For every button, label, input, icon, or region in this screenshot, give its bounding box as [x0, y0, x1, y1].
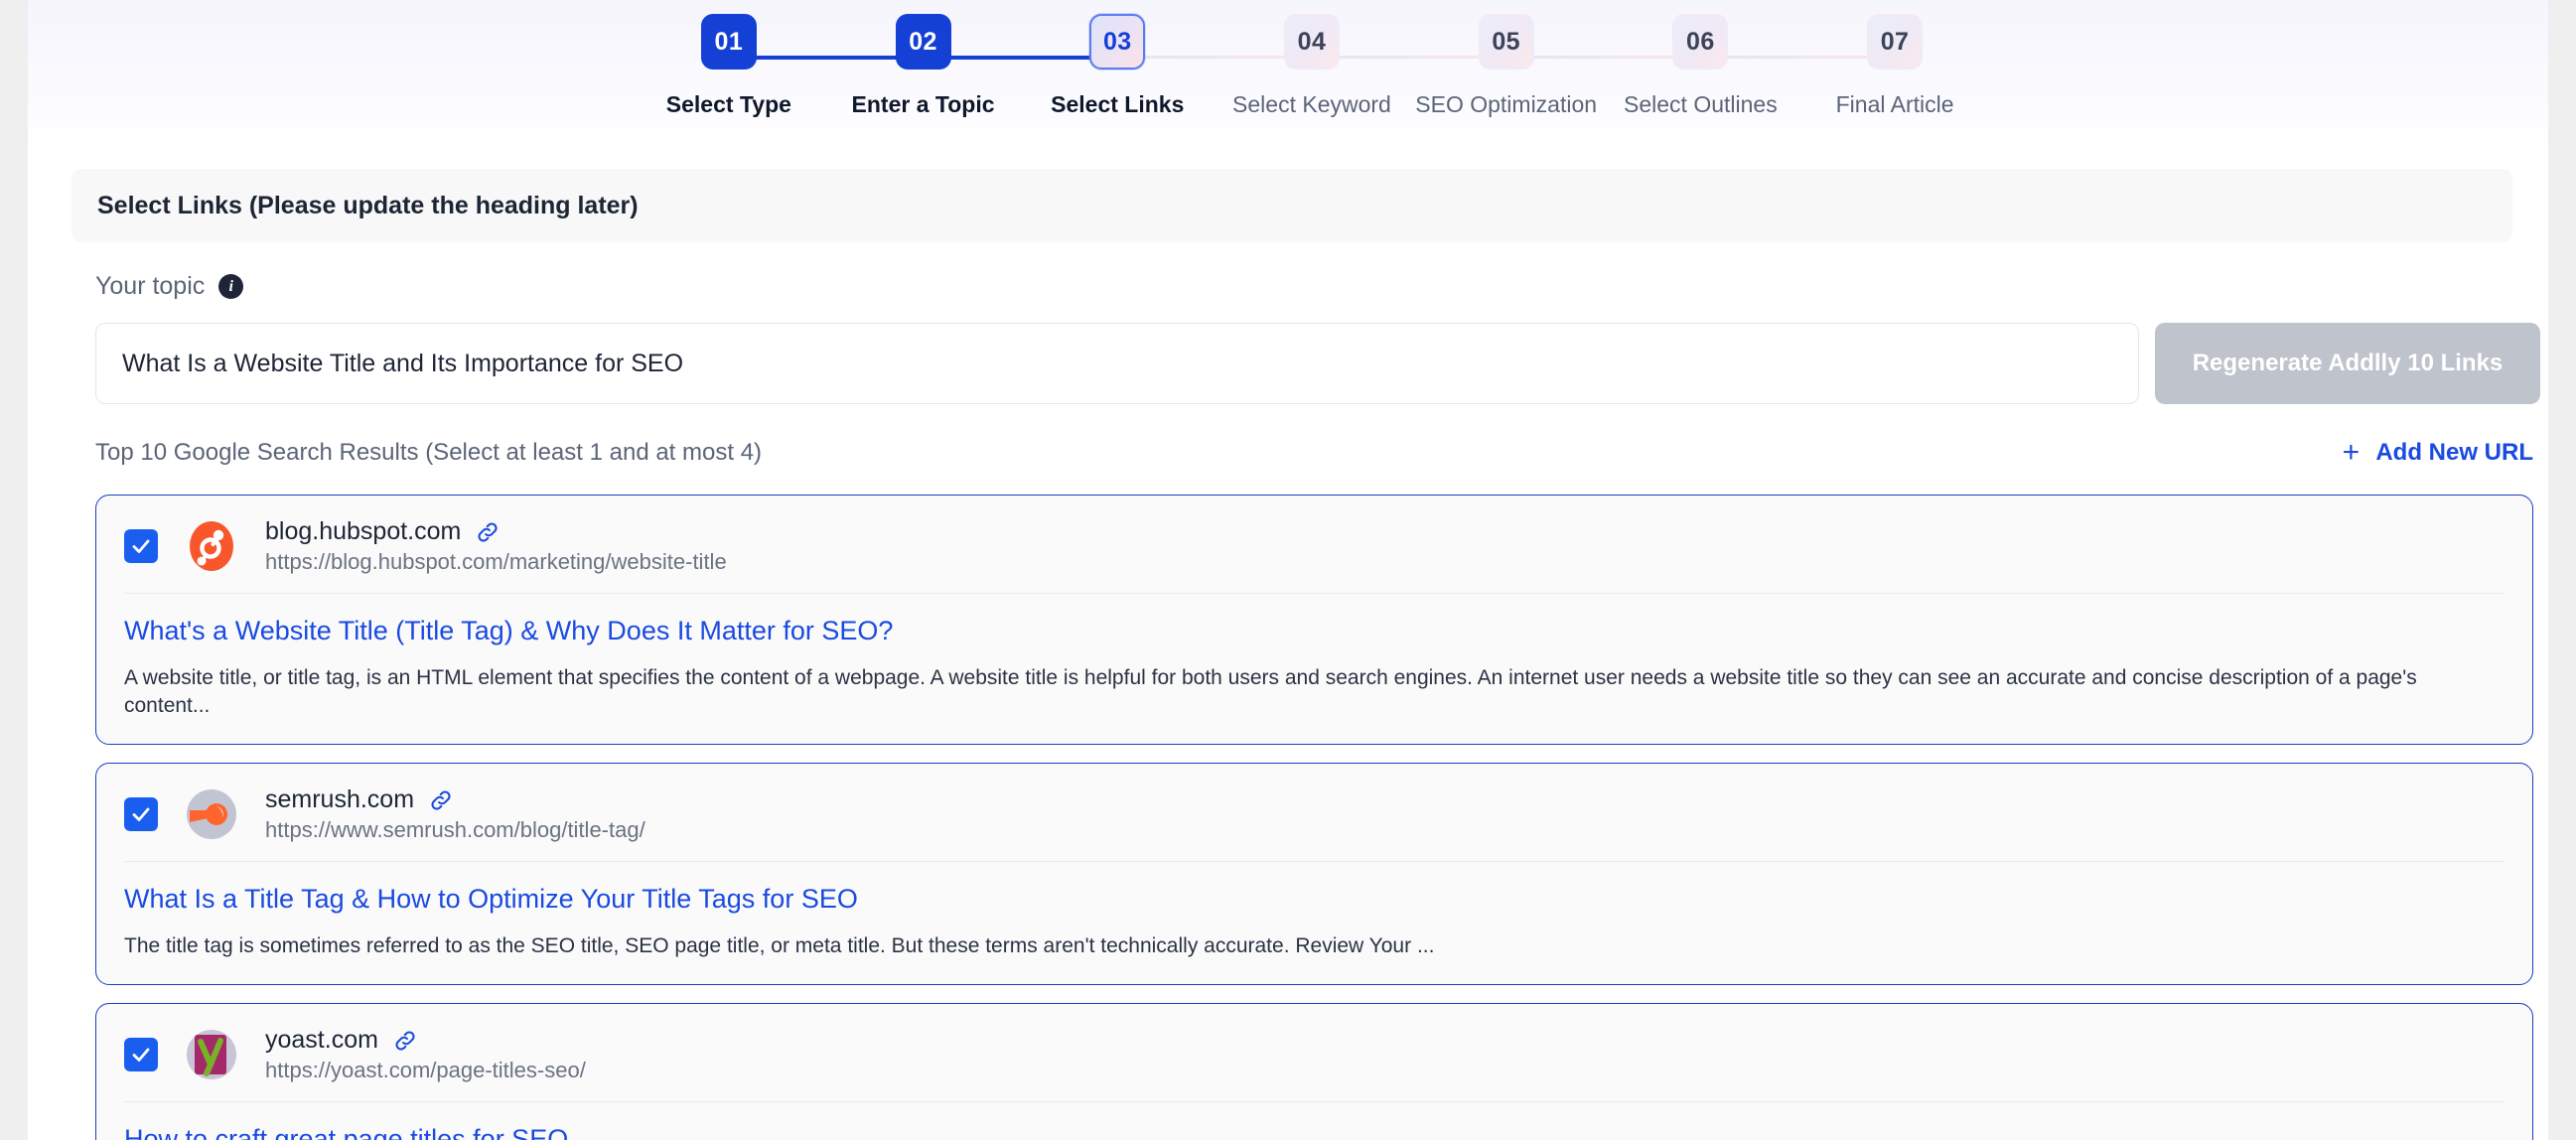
chain-link-icon[interactable] — [428, 787, 454, 813]
add-new-url-button[interactable]: + Add New URL — [2340, 436, 2533, 469]
step-label-02: Enter a Topic — [851, 91, 995, 117]
regenerate-links-button[interactable]: Regenerate Addlly 10 Links — [2155, 323, 2540, 404]
step-label-05: SEO Optimization — [1415, 91, 1598, 117]
stepper-region: 01 Select Type 02 Enter a Topic 03 Select Lin… — [28, 0, 2548, 151]
page-title: Select Links (Please update the heading … — [97, 191, 639, 219]
add-new-url-label: Add New URL — [2375, 439, 2533, 466]
progress-stepper: 01 Select Type 02 Enter a Topic 03 Select Lin… — [632, 14, 1992, 133]
results-header-title: Top 10 Google Search Results (Select at … — [95, 439, 763, 466]
topic-input[interactable] — [95, 323, 2139, 404]
site-name: yoast.com — [265, 1026, 378, 1054]
step-label-07: Final Article — [1835, 91, 1954, 117]
app-root: 01 Select Type 02 Enter a Topic 03 Select Lin… — [0, 0, 2576, 1140]
site-url: https://blog.hubspot.com/marketing/websi… — [265, 549, 727, 574]
result-description: The title tag is sometimes referred to a… — [124, 934, 1435, 957]
site-name-row: semrush.com — [265, 785, 645, 814]
step-04[interactable]: 04 Select Keyword — [1215, 14, 1409, 118]
step-01[interactable]: 01 Select Type — [632, 14, 826, 118]
section-heading-bar: Select Links (Please update the heading … — [72, 169, 2512, 242]
step-06[interactable]: 06 Select Outlines — [1604, 14, 1798, 118]
step-badge-04: 04 — [1283, 14, 1340, 70]
checkmark-icon — [132, 807, 150, 821]
site-meta: yoast.com https://yoast.com/page-titles-s… — [265, 1026, 586, 1083]
step-05[interactable]: 05 SEO Optimization — [1409, 14, 1604, 118]
result-checkbox[interactable] — [124, 529, 158, 563]
result-card-body: What Is a Title Tag & How to Optimize Yo… — [96, 862, 2532, 984]
step-badge-01: 01 — [700, 14, 757, 70]
step-label-04: Select Keyword — [1232, 91, 1391, 117]
result-card-body: What's a Website Title (Title Tag) & Why… — [96, 594, 2532, 744]
search-result-card[interactable]: semrush.com https://www.semrush.com/blog/… — [95, 763, 2533, 985]
search-result-card[interactable]: blog.hubspot.com https://blog.hubspot.com… — [95, 495, 2533, 745]
site-name-row: blog.hubspot.com — [265, 517, 727, 546]
site-name: semrush.com — [265, 785, 415, 813]
topic-row: Regenerate Addlly 10 Links — [95, 323, 2540, 404]
result-card-header: blog.hubspot.com https://blog.hubspot.com… — [96, 496, 2532, 593]
result-title[interactable]: How to craft great page titles for SEO — [124, 1124, 2504, 1140]
step-badge-07: 07 — [1867, 14, 1924, 70]
topic-label-row: Your topic i — [95, 272, 244, 301]
chain-link-icon[interactable] — [475, 519, 501, 545]
site-url: https://yoast.com/page-titles-seo/ — [265, 1058, 586, 1082]
step-badge-05: 05 — [1478, 14, 1534, 70]
results-header: Top 10 Google Search Results (Select at … — [95, 436, 2533, 469]
step-badge-02: 02 — [895, 14, 951, 70]
result-checkbox[interactable] — [124, 1038, 158, 1071]
step-02[interactable]: 02 Enter a Topic — [826, 14, 1021, 118]
content-panel: 01 Select Type 02 Enter a Topic 03 Select Lin… — [28, 0, 2548, 1140]
step-label-06: Select Outlines — [1624, 91, 1778, 117]
site-url: https://www.semrush.com/blog/title-tag/ — [265, 817, 645, 842]
yoast-favicon — [184, 1027, 239, 1082]
info-icon[interactable]: i — [218, 274, 244, 299]
search-result-card[interactable]: yoast.com https://yoast.com/page-titles-s… — [95, 1003, 2533, 1140]
step-07[interactable]: 07 Final Article — [1797, 14, 1992, 118]
result-card-header: yoast.com https://yoast.com/page-titles-s… — [96, 1004, 2532, 1101]
semrush-favicon — [184, 786, 239, 842]
chain-link-icon[interactable] — [392, 1028, 418, 1054]
result-checkbox[interactable] — [124, 797, 158, 831]
site-name: blog.hubspot.com — [265, 517, 462, 545]
site-meta: semrush.com https://www.semrush.com/blog/… — [265, 785, 645, 843]
result-title[interactable]: What Is a Title Tag & How to Optimize Yo… — [124, 884, 2504, 915]
site-meta: blog.hubspot.com https://blog.hubspot.com… — [265, 517, 727, 575]
topic-label: Your topic — [95, 272, 206, 300]
result-description: A website title, or title tag, is an HTM… — [124, 666, 2417, 717]
result-card-body: How to craft great page titles for SEOWe… — [96, 1102, 2532, 1140]
plus-icon: + — [2342, 436, 2361, 469]
result-title[interactable]: What's a Website Title (Title Tag) & Why… — [124, 616, 2504, 646]
search-results-list: blog.hubspot.com https://blog.hubspot.com… — [95, 495, 2533, 1140]
hubspot-favicon — [184, 518, 239, 574]
checkmark-icon — [132, 539, 150, 553]
step-03[interactable]: 03 Select Links — [1020, 14, 1215, 118]
checkmark-icon — [132, 1048, 150, 1062]
step-badge-03: 03 — [1089, 14, 1146, 70]
step-label-03: Select Links — [1051, 91, 1185, 117]
result-card-header: semrush.com https://www.semrush.com/blog/… — [96, 764, 2532, 861]
step-badge-06: 06 — [1672, 14, 1729, 70]
step-label-01: Select Type — [665, 91, 791, 117]
site-name-row: yoast.com — [265, 1026, 586, 1055]
